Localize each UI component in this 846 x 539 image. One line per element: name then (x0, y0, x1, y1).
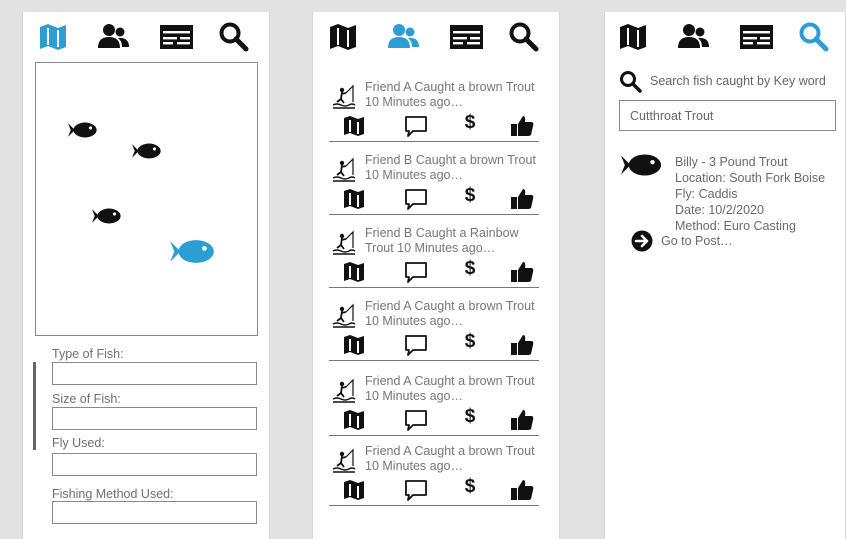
search-prompt: Search fish caught by Key word (650, 74, 826, 88)
post-text: Friend B Caught a brown Trout 10 Minutes… (365, 153, 536, 182)
fish-marker-icon[interactable] (132, 142, 162, 160)
go-to-post-label: Go to Post… (661, 234, 733, 248)
post-actions: $ (329, 185, 545, 211)
result-fly: Fly: Caddis (675, 187, 738, 201)
comment-icon[interactable] (403, 333, 429, 357)
fisherman-icon (332, 84, 356, 109)
fisherman-icon (332, 303, 356, 328)
post-text: Friend A Caught a brown Trout 10 Minutes… (365, 444, 535, 473)
like-thumbs-up-icon[interactable] (509, 478, 535, 502)
fish-icon (621, 154, 662, 176)
post-actions: $ (329, 258, 545, 284)
post-actions: $ (329, 406, 545, 432)
search-icon[interactable] (797, 20, 831, 54)
like-thumbs-up-icon[interactable] (509, 333, 535, 357)
post-divider (329, 435, 539, 436)
comment-icon[interactable] (403, 478, 429, 502)
tip-dollar-icon[interactable]: $ (460, 112, 480, 134)
size-of-fish-input[interactable] (52, 407, 257, 430)
map-icon[interactable] (326, 20, 360, 54)
comment-icon[interactable] (403, 114, 429, 138)
like-thumbs-up-icon[interactable] (509, 187, 535, 211)
feed-icon[interactable] (739, 20, 773, 54)
result-title: Billy - 3 Pound Trout (675, 155, 788, 169)
result-method: Method: Euro Casting (675, 219, 796, 233)
tip-dollar-icon[interactable]: $ (460, 476, 480, 498)
post-text: Friend B Caught a Rainbow Trout 10 Minut… (365, 226, 519, 255)
post-text: Friend A Caught a brown Trout 10 Minutes… (365, 80, 535, 109)
size-of-fish-label: Size of Fish: (52, 392, 121, 406)
feed-screen: Friend A Caught a brown Trout 10 Minutes… (312, 12, 560, 539)
post-actions: $ (329, 112, 545, 138)
fisherman-icon (332, 230, 356, 255)
search-icon (620, 71, 642, 93)
friends-icon[interactable] (386, 20, 420, 54)
tip-dollar-icon[interactable]: $ (460, 406, 480, 428)
map-icon[interactable] (616, 20, 650, 54)
result-location: Location: South Fork Boise (675, 171, 826, 185)
result-date: Date: 10/2/2020 (675, 203, 764, 217)
comment-icon[interactable] (403, 187, 429, 211)
map-icon[interactable] (341, 114, 367, 138)
fisherman-icon (332, 378, 356, 403)
fish-marker-icon[interactable] (68, 121, 98, 139)
type-of-fish-label: Type of Fish: (52, 347, 124, 361)
fly-used-label: Fly Used: (52, 436, 105, 450)
like-thumbs-up-icon[interactable] (509, 408, 535, 432)
post-divider (329, 141, 539, 142)
form-scrollbar[interactable] (33, 362, 36, 450)
post-divider (329, 287, 539, 288)
search-input[interactable] (619, 100, 836, 131)
fisherman-icon (332, 157, 356, 182)
nav-bar (23, 20, 269, 54)
map-view[interactable] (35, 62, 258, 336)
map-icon[interactable] (341, 333, 367, 357)
post-divider (329, 360, 539, 361)
search-prompt-row: Search fish caught by Key word (619, 70, 844, 94)
map-icon[interactable] (36, 20, 70, 54)
feed-post[interactable]: Friend A Caught a brown Trout 10 Minutes… (329, 80, 545, 146)
fishing-method-label: Fishing Method Used: (52, 487, 174, 501)
selected-fish-marker-icon[interactable] (170, 238, 216, 265)
post-actions: $ (329, 331, 545, 357)
feed-post[interactable]: Friend A Caught a brown Trout 10 Minutes… (329, 374, 545, 440)
comment-icon[interactable] (403, 260, 429, 284)
fly-used-input[interactable] (52, 453, 257, 476)
search-screen: Search fish caught by Key word Billy - 3… (604, 12, 846, 539)
like-thumbs-up-icon[interactable] (509, 114, 535, 138)
tip-dollar-icon[interactable]: $ (460, 185, 480, 207)
fishing-method-input[interactable] (52, 501, 257, 524)
nav-bar (605, 20, 845, 54)
map-icon[interactable] (341, 478, 367, 502)
map-icon[interactable] (341, 408, 367, 432)
feed-post[interactable]: Friend A Caught a brown Trout 10 Minutes… (329, 444, 545, 510)
fisherman-icon (332, 448, 356, 473)
tip-dollar-icon[interactable]: $ (460, 258, 480, 280)
comment-icon[interactable] (403, 408, 429, 432)
search-icon[interactable] (217, 20, 251, 54)
post-actions: $ (329, 476, 545, 502)
map-icon[interactable] (341, 187, 367, 211)
friends-icon[interactable] (676, 20, 710, 54)
search-icon[interactable] (507, 20, 541, 54)
post-divider (329, 505, 539, 506)
post-text: Friend A Caught a brown Trout 10 Minutes… (365, 374, 535, 403)
post-divider (329, 214, 539, 215)
search-result[interactable]: Billy - 3 Pound Trout Location: South Fo… (621, 150, 846, 280)
type-of-fish-input[interactable] (52, 362, 257, 385)
map-icon[interactable] (341, 260, 367, 284)
fish-marker-icon[interactable] (92, 207, 122, 225)
feed-icon[interactable] (159, 20, 193, 54)
nav-bar (313, 20, 559, 54)
feed-post[interactable]: Friend A Caught a brown Trout 10 Minutes… (329, 299, 545, 365)
feed-post[interactable]: Friend B Caught a Rainbow Trout 10 Minut… (329, 226, 545, 292)
feed-post[interactable]: Friend B Caught a brown Trout 10 Minutes… (329, 153, 545, 219)
tip-dollar-icon[interactable]: $ (460, 331, 480, 353)
like-thumbs-up-icon[interactable] (509, 260, 535, 284)
arrow-right-circle-icon (631, 230, 653, 252)
post-text: Friend A Caught a brown Trout 10 Minutes… (365, 299, 535, 328)
map-screen: Type of Fish: Size of Fish: Fly Used: Fi… (22, 12, 270, 539)
feed-icon[interactable] (449, 20, 483, 54)
friends-icon[interactable] (96, 20, 130, 54)
